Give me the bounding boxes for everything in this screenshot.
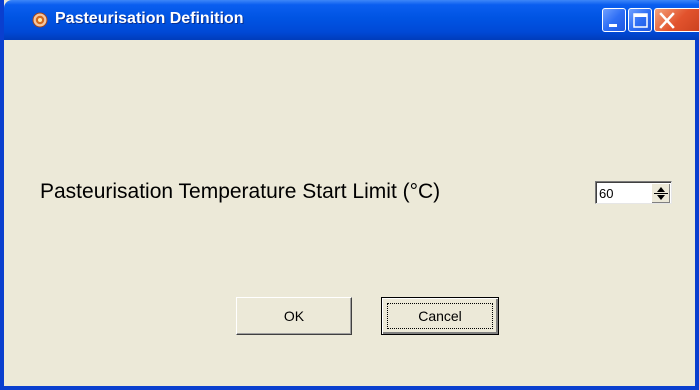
window-title: Pasteurisation Definition bbox=[55, 10, 244, 27]
dialog-window: Pasteurisation Definition Pasteurisation… bbox=[0, 0, 699, 390]
arrow-up-icon[interactable] bbox=[656, 186, 666, 193]
minimize-button[interactable] bbox=[602, 8, 626, 32]
cancel-button-label: Cancel bbox=[418, 308, 462, 324]
close-icon bbox=[659, 12, 675, 29]
ok-button-label: OK bbox=[283, 308, 305, 324]
spin-buttons[interactable] bbox=[651, 183, 670, 203]
temperature-spinbox[interactable] bbox=[595, 181, 672, 204]
app-icon bbox=[32, 12, 48, 28]
temperature-input[interactable] bbox=[599, 185, 649, 201]
temperature-start-limit-label: Pasteurisation Temperature Start Limit (… bbox=[40, 180, 441, 203]
title-bar[interactable]: Pasteurisation Definition bbox=[4, 0, 699, 40]
minimize-icon bbox=[609, 24, 617, 27]
maximize-icon bbox=[633, 13, 648, 28]
close-button[interactable] bbox=[654, 8, 699, 32]
ok-button[interactable]: OK bbox=[236, 297, 352, 335]
maximize-button[interactable] bbox=[628, 8, 652, 32]
arrow-down-icon[interactable] bbox=[656, 194, 666, 201]
cancel-button[interactable]: Cancel bbox=[381, 297, 499, 335]
